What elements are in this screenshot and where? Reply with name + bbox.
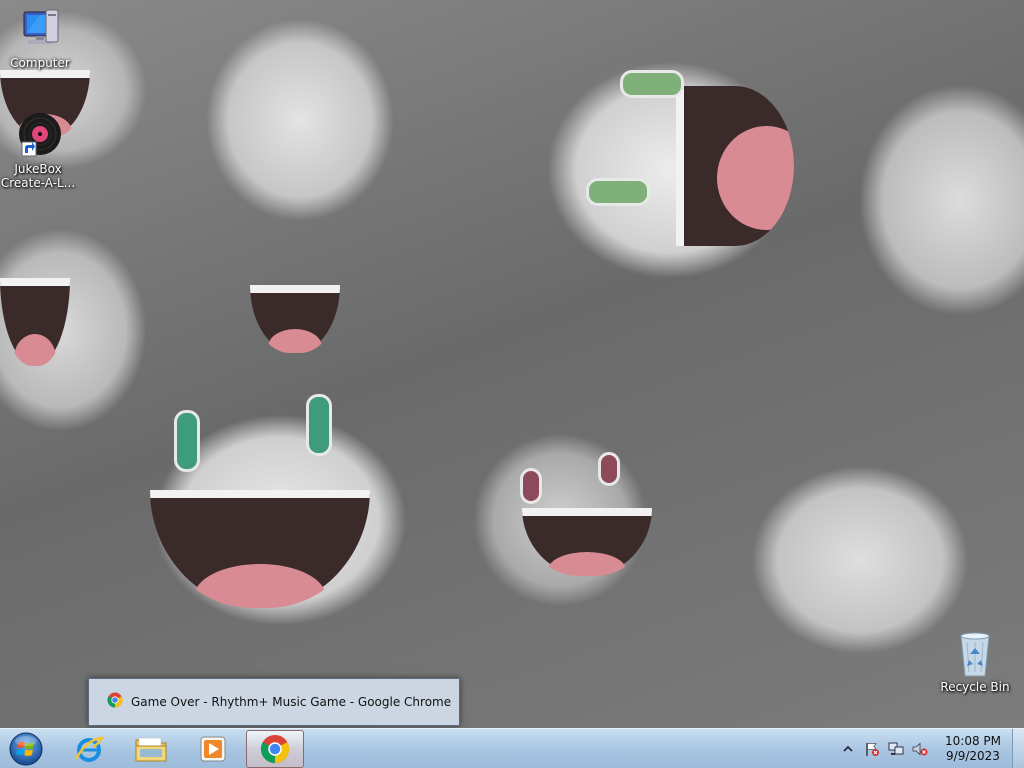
taskbar-chrome[interactable] — [246, 730, 304, 768]
taskbar-clock[interactable]: 10:08 PM 9/9/2023 — [938, 734, 1008, 764]
wallpaper-eye — [174, 410, 200, 472]
wallpaper-mouth — [150, 490, 370, 608]
vinyl-record-icon — [14, 112, 62, 160]
clock-time: 10:08 PM — [945, 734, 1001, 748]
chrome-icon — [260, 734, 290, 764]
system-tray: 10:08 PM 9/9/2023 — [836, 729, 1008, 768]
wallpaper-eye — [586, 178, 650, 206]
taskbar-media-player[interactable] — [184, 730, 242, 768]
volume-muted-icon[interactable] — [912, 741, 928, 757]
desktop: Computer JukeBox Create-A-L... Recycle B… — [0, 0, 1024, 768]
thumbnail-title: Game Over - Rhythm+ Music Game - Google … — [131, 695, 452, 709]
desktop-icon-jukebox[interactable]: JukeBox Create-A-L... — [0, 112, 76, 190]
taskbar: 10:08 PM 9/9/2023 — [0, 728, 1024, 768]
wallpaper-mouth — [676, 86, 794, 246]
windows-orb-icon — [9, 732, 43, 766]
network-icon[interactable] — [888, 741, 904, 757]
desktop-icon-label: JukeBox Create-A-L... — [0, 162, 76, 190]
wallpaper-eye — [520, 468, 542, 504]
start-button[interactable] — [4, 730, 48, 768]
wallpaper-mouth — [0, 278, 70, 366]
show-hidden-icons-chevron[interactable] — [840, 741, 856, 757]
taskbar-file-explorer[interactable] — [122, 730, 180, 768]
internet-explorer-icon — [74, 736, 105, 762]
desktop-icon-computer[interactable]: Computer — [2, 6, 78, 70]
desktop-icon-recycle-bin[interactable]: Recycle Bin — [937, 630, 1013, 694]
wallpaper-mouth — [522, 508, 652, 576]
recycle-bin-icon — [951, 630, 999, 678]
file-explorer-icon — [135, 737, 167, 762]
wallpaper-mouth — [250, 285, 340, 353]
taskbar-thumbnail-preview[interactable]: Game Over - Rhythm+ Music Game - Google … — [88, 678, 460, 726]
desktop-icon-label: Computer — [10, 56, 70, 70]
wallpaper-eye — [620, 70, 684, 98]
taskbar-internet-explorer[interactable] — [60, 730, 118, 768]
action-center-flag-icon[interactable] — [864, 741, 880, 757]
desktop-icon-label: Recycle Bin — [940, 680, 1010, 694]
computer-icon — [16, 6, 64, 54]
clock-date: 9/9/2023 — [946, 749, 1000, 763]
media-player-icon — [200, 736, 226, 762]
wallpaper-eye — [598, 452, 620, 486]
wallpaper-eye — [306, 394, 332, 456]
show-desktop-button[interactable] — [1012, 729, 1024, 768]
chrome-icon — [107, 692, 123, 712]
